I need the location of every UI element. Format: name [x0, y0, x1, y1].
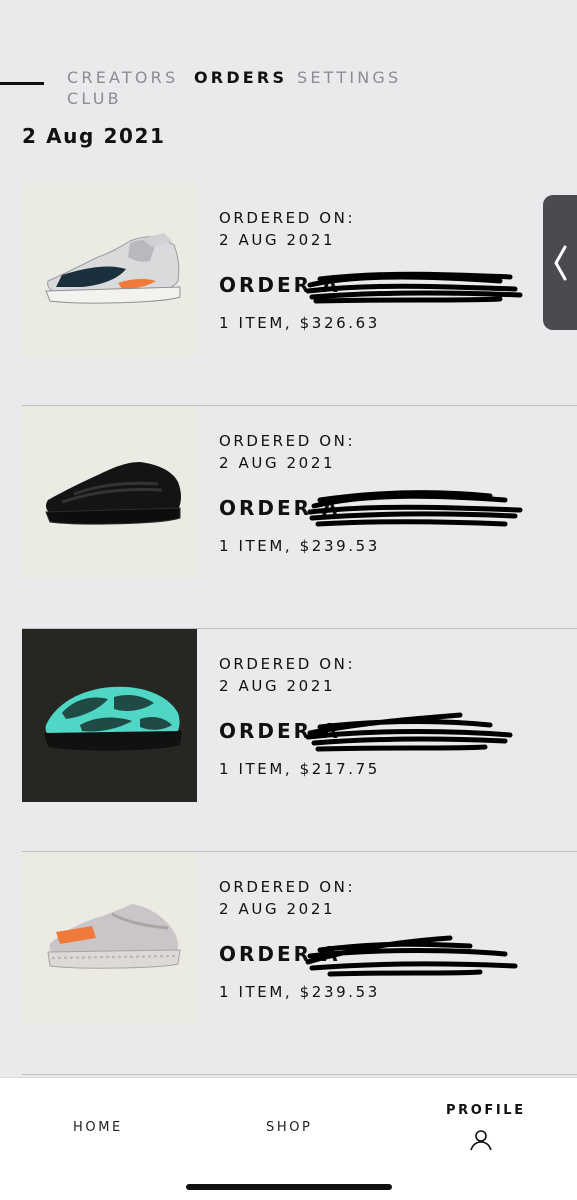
product-image [22, 852, 197, 1025]
product-image [22, 406, 197, 579]
order-card[interactable]: ORDERED ON: 2 AUG 2021 ORDER A 1 ITEM, $… [0, 183, 577, 406]
order-card[interactable]: ORDERED ON: 2 AUG 2021 ORDER A 1 ITEM, $… [0, 629, 577, 852]
redaction-scribble [305, 935, 518, 977]
bottom-navigation: HOME SHOP PROFILE [0, 1077, 577, 1200]
home-indicator [186, 1184, 392, 1190]
tab-settings[interactable]: SETTINGS [297, 67, 401, 88]
order-summary: 1 ITEM, $217.75 [219, 760, 380, 778]
tab-orders[interactable]: ORDERS [194, 67, 287, 88]
ordered-on-label: ORDERED ON: [219, 655, 356, 673]
order-card[interactable]: ORDERED ON: 2 AUG 2021 ORDER A 1 ITEM, $… [0, 852, 577, 1075]
row-divider [22, 1074, 577, 1075]
ordered-date: 2 AUG 2021 [219, 454, 336, 472]
product-image [22, 183, 197, 356]
ordered-date: 2 AUG 2021 [219, 231, 336, 249]
order-summary: 1 ITEM, $239.53 [219, 537, 380, 555]
redaction-scribble [305, 271, 523, 304]
profile-icon[interactable] [469, 1129, 493, 1151]
yeezy-350-v2-shoe-icon [47, 904, 181, 969]
profile-tabs: CREATORS CLUB ORDERS SETTINGS [0, 64, 577, 114]
date-heading: 2 Aug 2021 [22, 124, 166, 148]
order-summary: 1 ITEM, $239.53 [219, 983, 380, 1001]
redaction-scribble [307, 490, 523, 527]
yeezy-700-v3-glow-shoe-icon [44, 686, 182, 751]
chevron-left-icon [554, 245, 567, 281]
yeezy-700-wave-runner-shoe-icon [45, 233, 181, 304]
order-summary: 1 ITEM, $326.63 [219, 314, 380, 332]
tab-creators-club[interactable]: CREATORS CLUB [67, 67, 187, 109]
yeezy-700-black-shoe-icon [45, 462, 181, 525]
nav-home[interactable]: HOME [73, 1120, 123, 1135]
redaction-scribble [305, 712, 513, 752]
nav-profile[interactable]: PROFILE [446, 1103, 526, 1118]
order-card[interactable]: ORDERED ON: 2 AUG 2021 ORDER A 1 ITEM, $… [0, 406, 577, 629]
side-panel-handle[interactable] [543, 195, 577, 330]
tab-indicator [0, 82, 44, 85]
ordered-on-label: ORDERED ON: [219, 878, 356, 896]
ordered-date: 2 AUG 2021 [219, 900, 336, 918]
nav-shop[interactable]: SHOP [266, 1120, 313, 1135]
ordered-date: 2 AUG 2021 [219, 677, 336, 695]
ordered-on-label: ORDERED ON: [219, 209, 356, 227]
ordered-on-label: ORDERED ON: [219, 432, 356, 450]
product-image [22, 629, 197, 802]
